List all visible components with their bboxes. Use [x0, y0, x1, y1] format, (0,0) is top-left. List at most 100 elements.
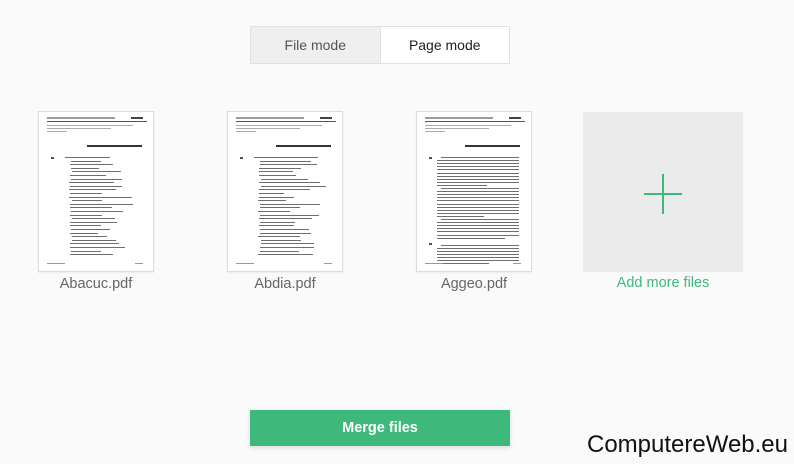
page-mark — [72, 171, 121, 173]
file-name: Aggeo.pdf — [440, 276, 508, 292]
page-mark — [47, 121, 147, 122]
page-mark — [437, 194, 519, 196]
file-mode-tab[interactable]: File mode — [251, 27, 381, 63]
page-mark — [236, 125, 322, 126]
page-mark — [240, 157, 243, 159]
page-mark — [47, 125, 133, 126]
page-mark — [437, 206, 519, 208]
page-mark — [131, 117, 143, 119]
page-mark — [425, 128, 489, 129]
page-mark — [441, 188, 519, 189]
add-more-files-label[interactable]: Add more files — [617, 275, 710, 291]
page-mark — [71, 250, 101, 252]
page-mark — [437, 166, 519, 168]
page-mark — [425, 117, 493, 119]
page-mark — [71, 160, 101, 162]
page-mark — [437, 160, 519, 162]
page-mark — [70, 193, 102, 194]
page-mark — [72, 200, 102, 202]
page-mark — [258, 211, 290, 212]
page-mark — [437, 175, 519, 177]
pdf-thumbnail — [38, 111, 154, 272]
plus-icon-bar — [644, 193, 682, 195]
page-mark — [72, 218, 115, 220]
page-mark — [425, 131, 445, 132]
page-mark — [69, 182, 114, 184]
page-mark — [70, 243, 119, 245]
page-mark — [437, 212, 519, 214]
page-mark — [70, 164, 113, 166]
page-mark — [441, 244, 519, 246]
watermark: ComputereWeb.eu — [587, 431, 788, 458]
page-mark — [437, 200, 519, 202]
page-mark — [437, 247, 519, 249]
page-mark — [437, 215, 484, 217]
page-mark — [437, 197, 519, 199]
page-mark — [260, 232, 311, 234]
page-mark — [71, 178, 122, 180]
page-mark — [236, 128, 300, 129]
page-mark — [70, 247, 125, 248]
page-mark — [437, 222, 519, 224]
page-mark — [259, 193, 284, 194]
page-mark — [465, 145, 520, 147]
merge-files-button[interactable]: Merge files — [250, 410, 510, 446]
page-mark — [437, 263, 489, 265]
add-files-box[interactable] — [583, 112, 743, 272]
page-mark — [259, 175, 296, 176]
page-mark — [47, 117, 115, 119]
page-mark — [260, 214, 319, 216]
page-mark — [260, 247, 314, 248]
page-mark — [437, 203, 519, 205]
page-mark — [429, 242, 432, 245]
page-mark — [135, 263, 143, 264]
page-mark — [276, 145, 331, 147]
page-mark — [236, 121, 336, 122]
page-mark — [437, 228, 519, 230]
page-mark — [70, 232, 98, 234]
page-mark — [70, 185, 122, 187]
page-mark — [69, 189, 116, 191]
page-mark — [47, 131, 67, 132]
page-mark — [260, 229, 309, 230]
page-mode-tab[interactable]: Page mode — [381, 27, 510, 63]
file-card-abdia[interactable]: Abdia.pdf — [227, 111, 343, 292]
page-mark — [259, 167, 301, 169]
page-mark — [261, 239, 301, 241]
page-mark — [437, 237, 505, 239]
page-mark — [425, 263, 443, 264]
add-more-files[interactable]: Add more files — [583, 112, 743, 291]
page-mark — [258, 254, 313, 256]
page-mark — [70, 207, 112, 209]
page-mark — [437, 163, 519, 165]
page-mark — [72, 239, 116, 241]
page-mark — [437, 225, 519, 227]
page-mark — [260, 164, 317, 166]
file-card-aggeo[interactable]: Aggeo.pdf — [416, 111, 532, 292]
page-mark — [437, 231, 519, 233]
page-mark — [70, 214, 102, 216]
page-mark — [236, 117, 304, 119]
page-mark — [320, 117, 332, 119]
page-mark — [324, 263, 332, 264]
page-mark — [513, 263, 521, 264]
page-mark — [70, 254, 113, 256]
page-mark — [437, 184, 487, 186]
file-name: Abacuc.pdf — [59, 276, 133, 292]
page-mark — [51, 157, 54, 159]
page-mark — [69, 196, 132, 198]
page-mark — [87, 145, 142, 147]
page-mark — [258, 236, 300, 238]
mode-toggle: File mode Page mode — [250, 26, 510, 64]
file-card-abacuc[interactable]: Abacuc.pdf — [38, 111, 154, 292]
page-mark — [260, 250, 299, 252]
page-mark — [65, 157, 110, 158]
page-mark — [70, 221, 117, 223]
page-mark — [254, 157, 318, 158]
page-mark — [71, 167, 99, 169]
page-mark — [260, 221, 295, 223]
page-mark — [70, 175, 106, 176]
page-mark — [437, 191, 519, 193]
page-mark — [236, 131, 256, 132]
page-mark — [236, 263, 254, 264]
